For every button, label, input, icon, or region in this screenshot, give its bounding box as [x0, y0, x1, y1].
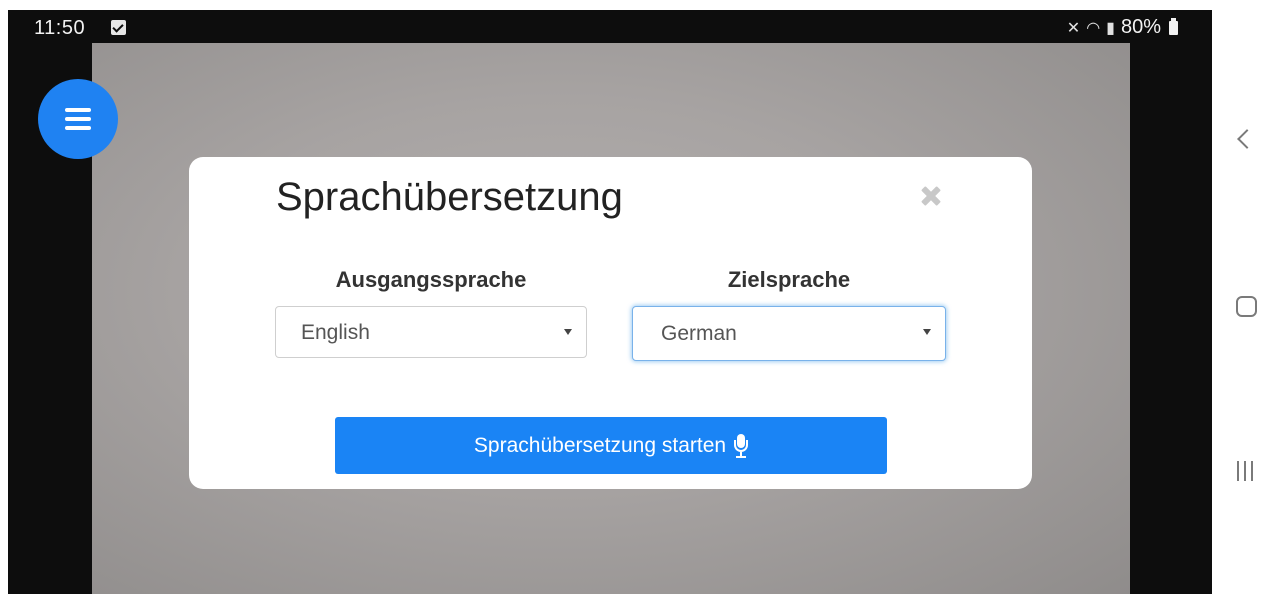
status-indicators: ✕ ◠ ▮ 80%: [1067, 16, 1178, 39]
microphone-icon: [734, 433, 749, 458]
menu-button[interactable]: [38, 79, 118, 159]
phone-screen: 11:50 ✕ ◠ ▮ 80% Sprachübersetzung Ausgan…: [8, 10, 1212, 594]
chevron-down-icon: [564, 329, 572, 335]
start-translation-label: Sprachübersetzung starten: [473, 433, 727, 457]
chevron-down-icon: [923, 329, 931, 335]
back-icon[interactable]: [1237, 129, 1257, 149]
hamburger-menu-icon: [65, 108, 91, 130]
source-language-label: Ausgangssprache: [335, 267, 527, 292]
dialog-title: Sprachübersetzung: [276, 175, 623, 219]
source-language-select[interactable]: English: [275, 306, 587, 358]
start-translation-button[interactable]: Sprachübersetzung starten: [335, 417, 887, 474]
battery-percent: 80%: [1120, 16, 1161, 38]
target-language-value: German: [661, 322, 737, 345]
mute-icon: ✕: [1066, 19, 1081, 37]
status-bar: 11:50 ✕ ◠ ▮ 80%: [8, 10, 1212, 44]
target-language-label: Zielsprache: [727, 267, 851, 292]
recents-icon[interactable]: [1236, 461, 1256, 481]
signal-icon: ▮: [1106, 19, 1115, 37]
home-icon[interactable]: [1236, 296, 1257, 317]
notification-check-icon: [111, 20, 126, 35]
target-language-select[interactable]: German: [632, 306, 946, 361]
translation-dialog: Sprachübersetzung Ausgangssprache Zielsp…: [189, 157, 1032, 489]
wifi-icon: ◠: [1086, 19, 1101, 37]
source-language-value: English: [301, 321, 370, 344]
android-nav-bar: [1212, 0, 1284, 594]
close-icon[interactable]: [916, 181, 946, 211]
battery-icon: [1169, 17, 1178, 35]
status-time: 11:50: [34, 17, 86, 39]
